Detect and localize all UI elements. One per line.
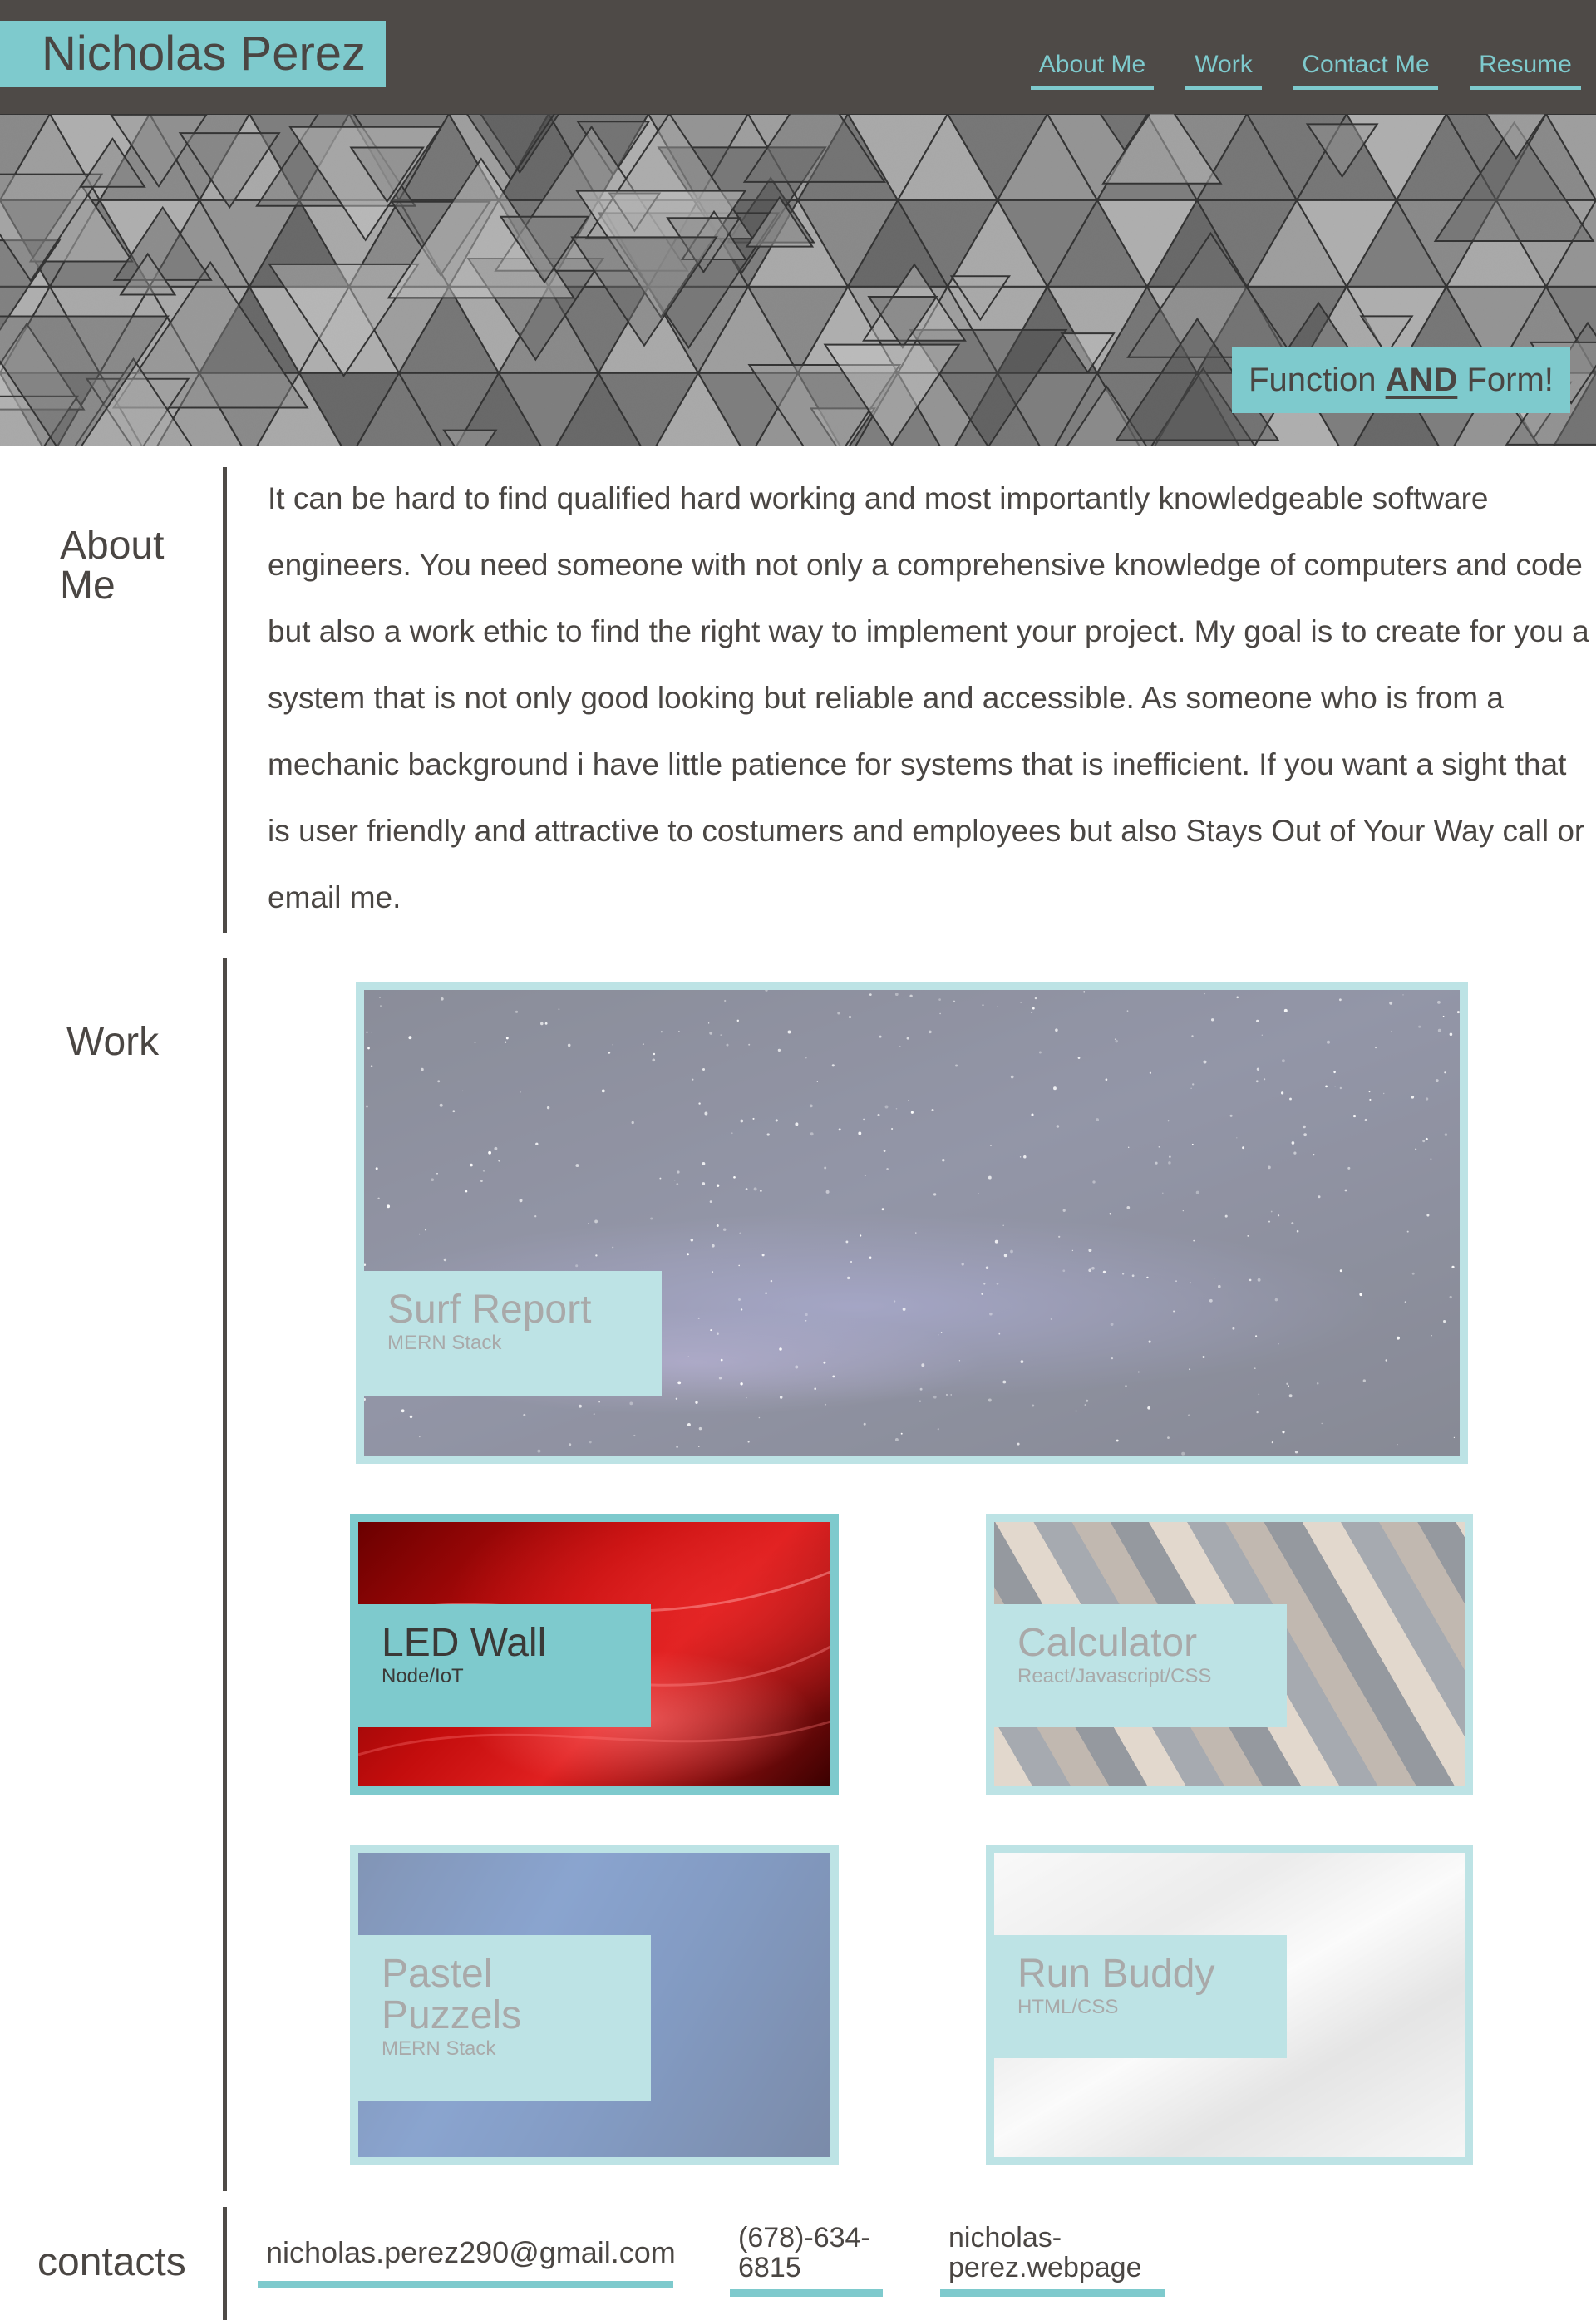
contact-email[interactable]: nicholas.perez290@gmail.com [258,2238,676,2288]
main-nav: About Me Work Contact Me Resume [0,48,1596,90]
project-card-calculator[interactable]: Calculator React/Javascript/CSS [986,1514,1473,1795]
nav-resume[interactable]: Resume [1470,48,1581,90]
project-label: LED Wall Node/IoT [358,1604,651,1727]
tagline-strong: AND [1385,362,1458,398]
about-paragraph: It can be hard to find qualified hard wo… [268,481,1589,914]
work-divider [223,958,227,2191]
contact-website[interactable]: nicholas-perez.webpage [940,2223,1165,2297]
project-card-pastel-puzzels[interactable]: Pastel Puzzels MERN Stack [350,1845,839,2165]
site-header: Nicholas Perez About Me Work Contact Me … [0,0,1596,114]
project-label: Surf Report MERN Stack [364,1271,662,1396]
project-card-surf-report[interactable]: Surf Report MERN Stack [356,982,1468,1464]
project-stack: Node/IoT [382,1665,464,1687]
tagline-post: Form! [1457,362,1554,398]
project-label: Pastel Puzzels MERN Stack [358,1935,651,2101]
tagline-pre: Function [1249,362,1386,398]
project-stack: MERN Stack [382,2037,496,2060]
project-card-run-buddy[interactable]: Run Buddy HTML/CSS [986,1845,1473,2165]
about-divider [223,467,227,933]
tagline-badge: Function AND Form! [1232,347,1570,413]
project-title: Surf Report [387,1288,592,1332]
project-title: Run Buddy [1017,1952,1215,1996]
nav-about-me[interactable]: About Me [1031,48,1154,90]
project-stack: React/Javascript/CSS [1017,1665,1212,1687]
contact-phone[interactable]: (678)-634-6815 [730,2223,883,2297]
project-stack: MERN Stack [387,1332,502,1354]
contacts-heading: contacts [37,2240,186,2284]
about-heading: About Me [60,524,165,608]
contacts-divider [223,2207,227,2320]
project-card-led-wall[interactable]: LED Wall Node/IoT [350,1514,839,1795]
project-title: Calculator [1017,1621,1198,1665]
project-label: Run Buddy HTML/CSS [994,1935,1287,2058]
project-stack: HTML/CSS [1017,1996,1119,2018]
project-title: Pastel Puzzels [382,1952,522,2037]
hero-banner: Function AND Form! [0,114,1596,446]
nav-contact-me[interactable]: Contact Me [1293,48,1438,90]
work-heading: Work [66,1020,160,1064]
project-label: Calculator React/Javascript/CSS [994,1604,1287,1727]
project-title: LED Wall [382,1621,547,1665]
nav-work[interactable]: Work [1185,48,1262,90]
